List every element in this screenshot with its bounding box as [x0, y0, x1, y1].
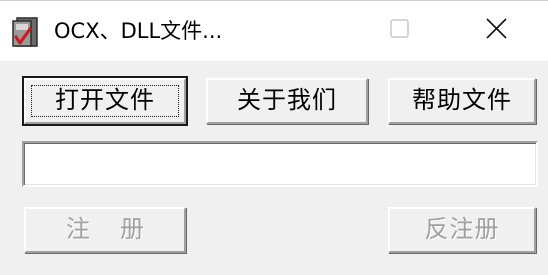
maximize-icon [390, 19, 409, 38]
window-title: OCX、DLL文件... [54, 19, 223, 43]
register-button[interactable]: 注册 [24, 207, 186, 253]
help-file-button[interactable]: 帮助文件 [388, 78, 536, 124]
app-window: OCX、DLL文件... 打开文件 关于我们 帮助文件 注册 反注册 [0, 0, 548, 275]
file-path-input[interactable] [22, 141, 538, 187]
open-file-label: 打开文件 [55, 86, 155, 114]
help-file-label: 帮助文件 [412, 86, 512, 114]
minimize-icon [278, 1, 348, 59]
close-button[interactable] [460, 1, 530, 59]
about-us-label: 关于我们 [237, 86, 337, 114]
unregister-button[interactable]: 反注册 [388, 207, 536, 253]
app-register-icon [8, 15, 42, 49]
minimize-button[interactable] [278, 1, 348, 59]
title-bar[interactable]: OCX、DLL文件... [0, 1, 548, 61]
register-label: 注册 [66, 215, 174, 243]
maximize-button[interactable] [364, 1, 434, 59]
unregister-label: 反注册 [424, 215, 500, 243]
open-file-button[interactable]: 打开文件 [22, 76, 188, 126]
about-us-button[interactable]: 关于我们 [206, 78, 368, 124]
dialog-client-area: 打开文件 关于我们 帮助文件 注册 反注册 [0, 61, 548, 275]
close-icon [486, 18, 507, 39]
